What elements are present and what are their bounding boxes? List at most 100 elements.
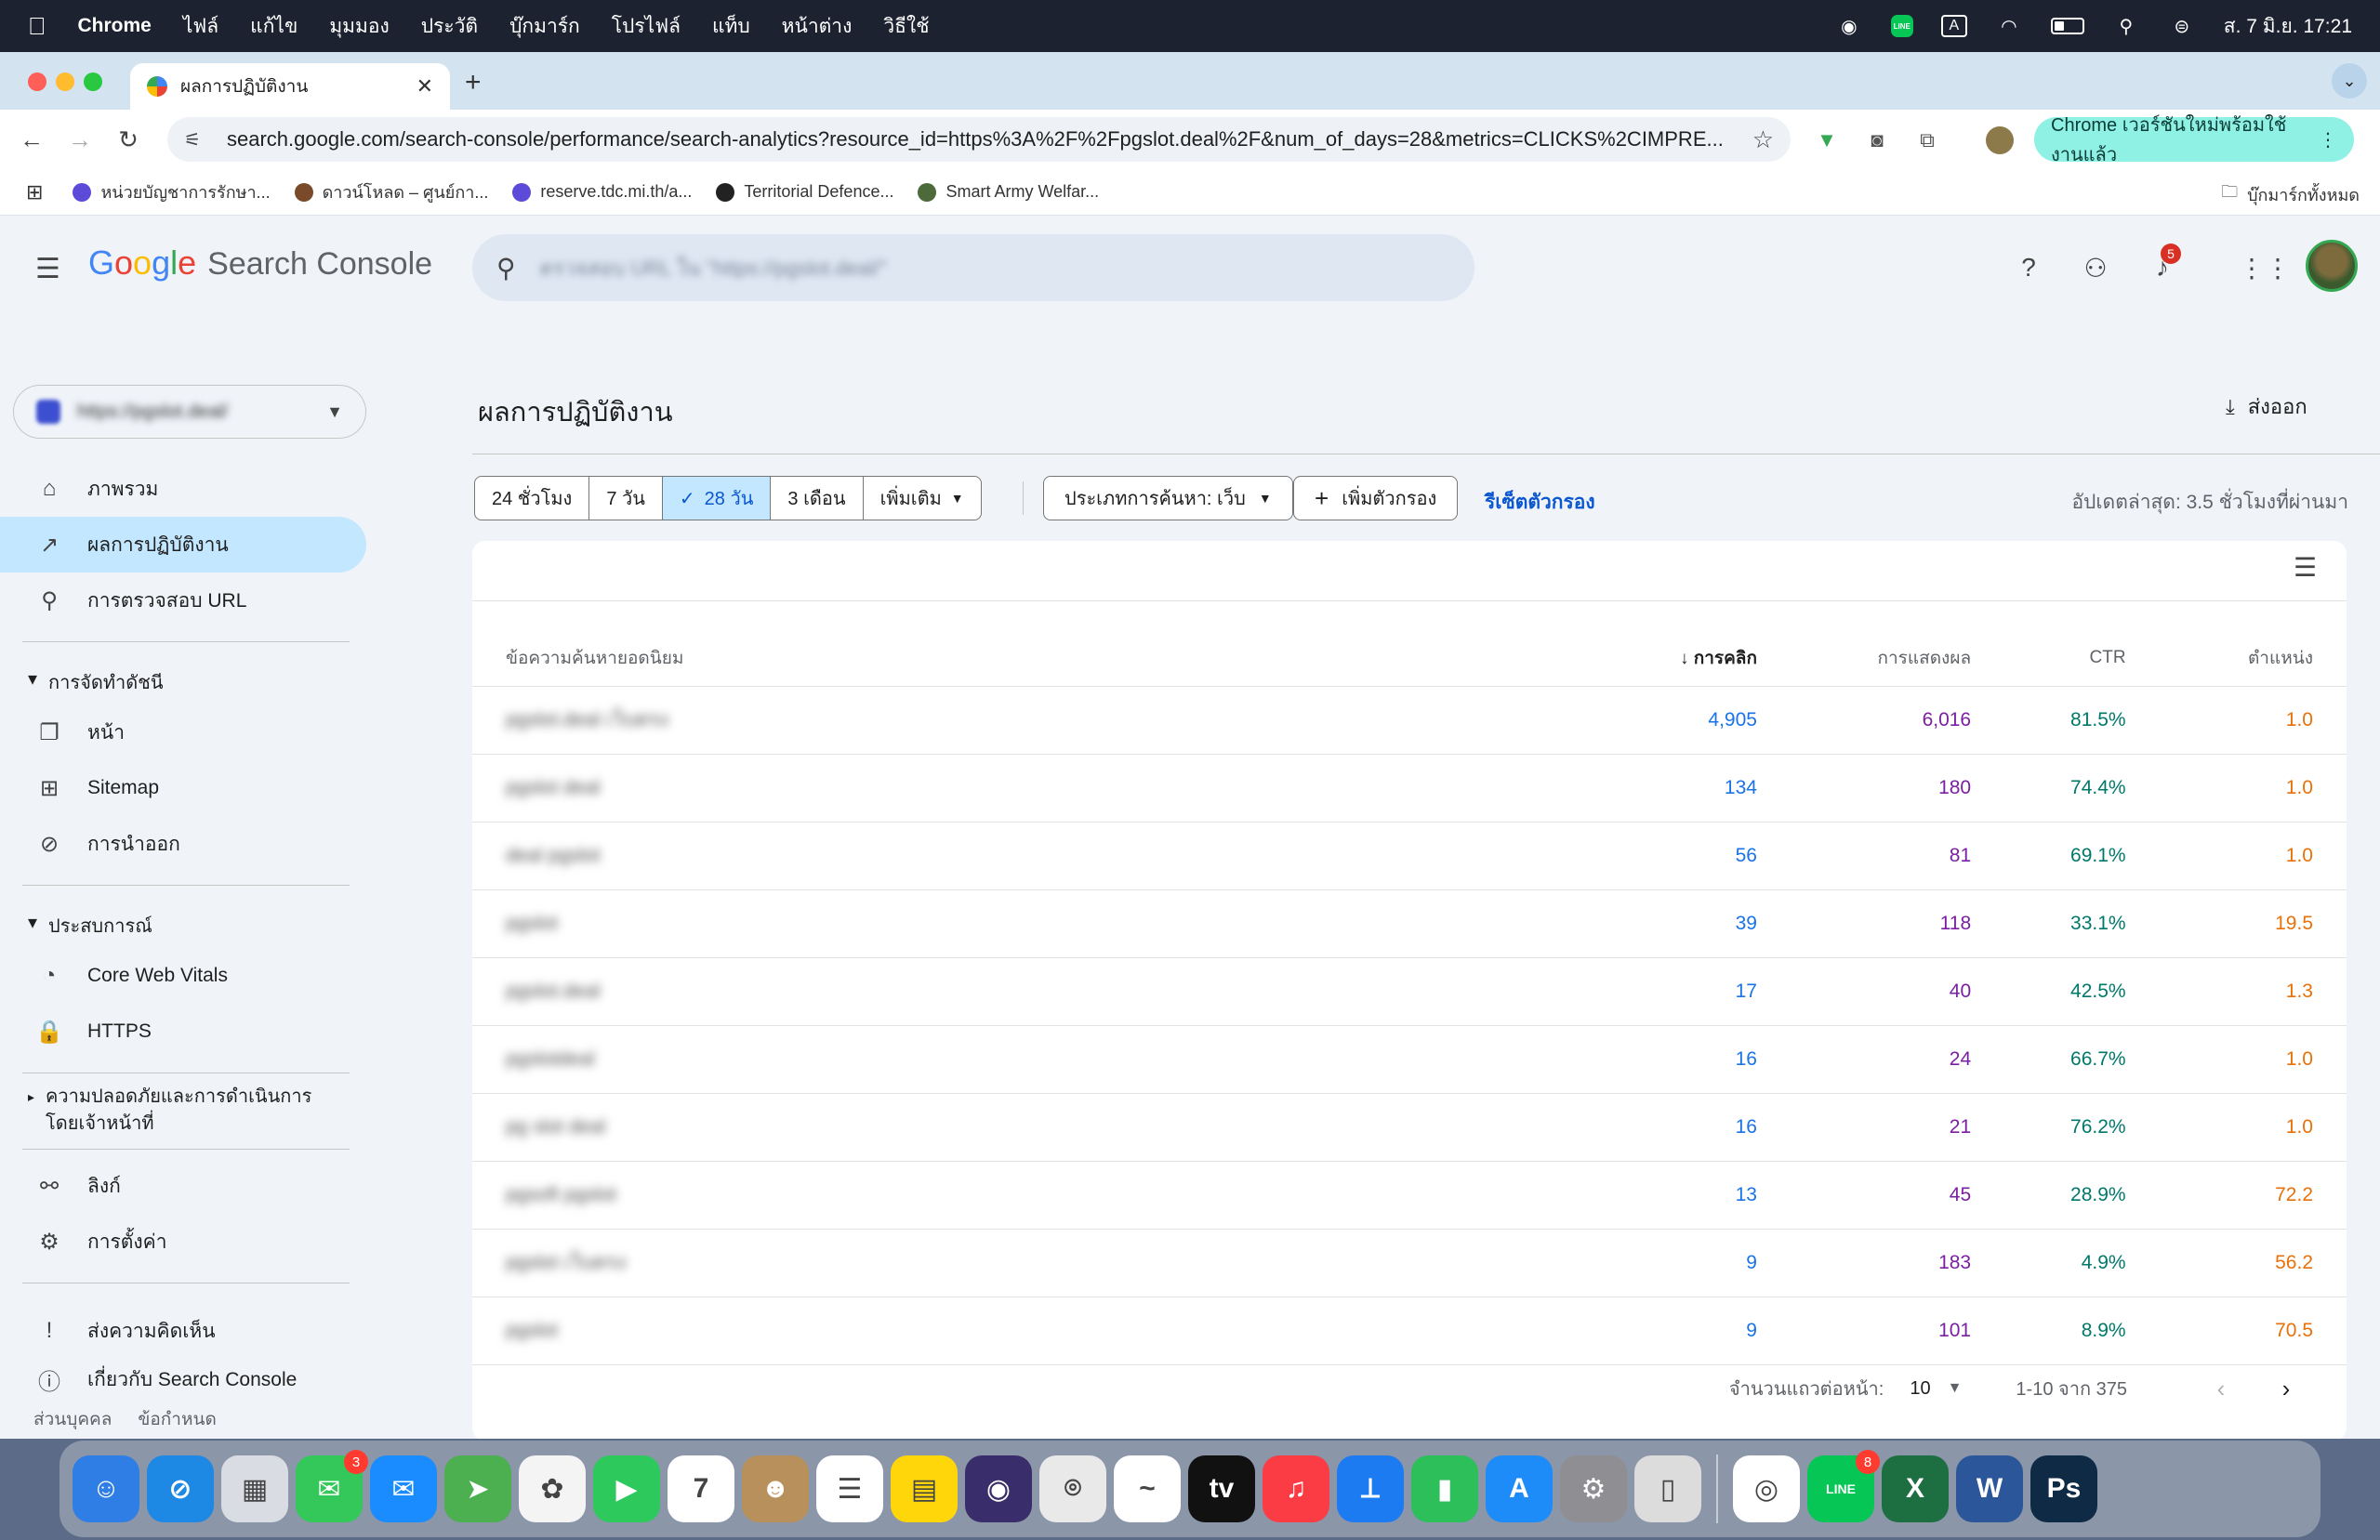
- date-chip-7-days[interactable]: 7 วัน: [589, 477, 663, 520]
- sidebar-item-url-inspection[interactable]: ⚲ การตรวจสอบ URL: [0, 573, 366, 628]
- sidebar-item-about[interactable]: ⓘ เกี่ยวกับ Search Console: [0, 1359, 366, 1400]
- dock-app-excel-icon[interactable]: X: [1882, 1455, 1949, 1522]
- property-selector[interactable]: https://pgslot.deal/ ▼: [13, 385, 366, 439]
- extension-vuetify-icon[interactable]: ▼: [1813, 126, 1841, 154]
- all-bookmarks-button[interactable]: 🗀 บุ๊กมาร์กทั้งหมด: [2221, 180, 2360, 208]
- bookmark-item[interactable]: Territorial Defence...: [716, 182, 893, 202]
- apps-grid-icon[interactable]: ⊞: [26, 180, 43, 204]
- column-header-impressions[interactable]: การแสดงผล: [1790, 630, 2005, 687]
- window-zoom-button[interactable]: [84, 72, 102, 91]
- battery-icon[interactable]: [2050, 18, 2084, 34]
- browser-tab-active[interactable]: ผลการปฏิบัติงาน ✕: [130, 63, 450, 110]
- filter-list-icon[interactable]: ☰: [2294, 552, 2317, 583]
- tab-search-chevron-icon[interactable]: ⌄: [2332, 63, 2367, 99]
- dock-app-numbers-icon[interactable]: ▮: [1411, 1455, 1478, 1522]
- menubar-item-edit[interactable]: แก้ไข: [250, 11, 298, 42]
- dock-app-app-store-icon[interactable]: A: [1486, 1455, 1553, 1522]
- extension-camera-icon[interactable]: ◙: [1863, 126, 1891, 154]
- dock-app-mail-icon[interactable]: ✉: [370, 1455, 437, 1522]
- control-center-icon[interactable]: ⊜: [2168, 15, 2196, 37]
- table-row[interactable]: pgslot 9 101 8.9% 70.5: [472, 1296, 2347, 1365]
- sidebar-item-feedback[interactable]: ! ส่งความคิดเห็น: [0, 1303, 366, 1359]
- dock-app-apple-tv-icon[interactable]: tv: [1188, 1455, 1255, 1522]
- google-apps-icon[interactable]: ⋮⋮: [2239, 251, 2291, 284]
- window-minimize-button[interactable]: [56, 72, 74, 91]
- menubar-clock[interactable]: ส. 7 มิ.ย. 17:21: [2224, 11, 2352, 42]
- back-button[interactable]: ←: [7, 115, 56, 164]
- dock-app-word-icon[interactable]: W: [1956, 1455, 2023, 1522]
- table-row[interactable]: pgslot 39 118 33.1% 19.5: [472, 889, 2347, 958]
- dock-app-iphone-mirroring-icon[interactable]: ▯: [1634, 1455, 1701, 1522]
- next-page-icon[interactable]: ›: [2272, 1375, 2300, 1403]
- sidebar-section-security[interactable]: ▸ ความปลอดภัยและการดำเนินการโดยเจ้าหน้าท…: [28, 1084, 344, 1138]
- dock-app-music-icon[interactable]: ♫: [1263, 1455, 1329, 1522]
- bookmark-item[interactable]: Smart Army Welfar...: [918, 182, 1099, 202]
- table-row[interactable]: pgslot.deal 17 40 42.5% 1.3: [472, 957, 2347, 1026]
- reset-filters-link[interactable]: รีเซ็ตตัวกรอง: [1485, 487, 1595, 518]
- address-bar[interactable]: ⚟ search.google.com/search-console/perfo…: [167, 117, 1791, 162]
- search-placeholder[interactable]: ตรวจสอบ URL ใน "https://pgslot.deal/": [540, 252, 887, 284]
- chrome-update-button[interactable]: Chrome เวอร์ชันใหม่พร้อมใช้งานแล้ว ⋮: [2034, 115, 2354, 165]
- column-header-clicks[interactable]: ↓ การคลิก: [1599, 630, 1791, 687]
- table-row[interactable]: deal pgslot 56 81 69.1% 1.0: [472, 822, 2347, 890]
- main-menu-icon[interactable]: ☰: [35, 253, 60, 285]
- date-chip-more[interactable]: เพิ่มเติม ▼: [864, 477, 981, 520]
- sidebar-item-links[interactable]: ⚯ ลิงก์: [0, 1158, 366, 1214]
- date-chip-24-hours[interactable]: 24 ชั่วโมง: [475, 477, 590, 520]
- sidebar-item-core-web-vitals[interactable]: ◔ Core Web Vitals: [0, 948, 366, 1004]
- privacy-link[interactable]: ส่วนบุคคล: [33, 1405, 112, 1433]
- menubar-item-view[interactable]: มุมมอง: [329, 11, 389, 42]
- menubar-item-profiles[interactable]: โปรไฟล์: [612, 11, 681, 42]
- spotlight-search-icon[interactable]: ⚲: [2112, 15, 2140, 37]
- add-filter-button[interactable]: + เพิ่มตัวกรอง: [1293, 476, 1459, 520]
- date-chip-3-months[interactable]: 3 เดือน: [771, 477, 864, 520]
- dock-app-freeform-icon[interactable]: ~: [1114, 1455, 1181, 1522]
- dock-app-maps-icon[interactable]: ➤: [444, 1455, 511, 1522]
- dock-app-system-settings-icon[interactable]: ⚙: [1560, 1455, 1627, 1522]
- dock-app-calendar-icon[interactable]: 7: [668, 1455, 734, 1522]
- terms-link[interactable]: ข้อกำหนด: [138, 1405, 216, 1433]
- rows-per-page-select[interactable]: 10: [1910, 1378, 1930, 1400]
- menubar-item-history[interactable]: ประวัติ: [421, 11, 478, 42]
- table-row[interactable]: pg slot deal 16 21 76.2% 1.0: [472, 1093, 2347, 1162]
- window-close-button[interactable]: [28, 72, 46, 91]
- column-header-position[interactable]: ตำแหน่ง: [2159, 630, 2347, 687]
- sidebar-section-experience[interactable]: ▾ ประสบการณ์: [28, 911, 152, 941]
- screen-record-icon[interactable]: ◉: [1835, 15, 1863, 37]
- date-chip-28-days[interactable]: ✓ 28 วัน: [662, 477, 772, 520]
- extensions-puzzle-icon[interactable]: ⧉: [1913, 126, 1941, 154]
- input-source-indicator[interactable]: A: [1940, 15, 1967, 37]
- menubar-app-name[interactable]: Chrome: [78, 15, 152, 37]
- forward-button[interactable]: →: [56, 115, 104, 164]
- column-header-query[interactable]: ข้อความค้นหายอดนิยม: [472, 630, 1600, 687]
- menubar-item-window[interactable]: หน้าต่าง: [782, 11, 853, 42]
- menubar-item-help[interactable]: วิธีใช้: [883, 11, 929, 42]
- bookmark-star-icon[interactable]: ☆: [1752, 125, 1774, 154]
- sidebar-section-indexing[interactable]: ▾ การจัดทำดัชนี: [28, 667, 163, 697]
- bookmark-item[interactable]: ดาวน์โหลด – ศูนย์กา...: [294, 178, 488, 205]
- site-info-icon[interactable]: ⚟: [184, 128, 212, 151]
- export-button[interactable]: ⤓ ส่งออก: [2226, 390, 2307, 423]
- line-status-icon[interactable]: LINE: [1890, 15, 1913, 37]
- dock-app-contacts-icon[interactable]: ☻: [742, 1455, 809, 1522]
- profile-avatar-icon[interactable]: [1986, 126, 2014, 154]
- dock-app-finder-icon[interactable]: ☺: [73, 1455, 139, 1522]
- search-console-logo[interactable]: Google Search Console: [88, 244, 432, 283]
- account-avatar[interactable]: [2306, 240, 2358, 292]
- table-row[interactable]: pgslot deal 134 180 74.4% 1.0: [472, 754, 2347, 823]
- dock-app-chrome-icon[interactable]: ◎: [1733, 1455, 1800, 1522]
- sidebar-item-settings[interactable]: ⚙ การตั้งค่า: [0, 1214, 366, 1270]
- wifi-icon[interactable]: ◠: [1995, 15, 2023, 37]
- column-header-ctr[interactable]: CTR: [2004, 630, 2160, 687]
- manage-users-icon[interactable]: ⚇: [2079, 251, 2112, 284]
- sidebar-item-performance[interactable]: ↗ ผลการปฏิบัติงาน: [0, 517, 366, 573]
- tab-close-icon[interactable]: ✕: [416, 74, 433, 99]
- menubar-item-bookmarks[interactable]: บุ๊กมาร์ก: [509, 11, 580, 42]
- dock-app-line-icon[interactable]: LINE 8: [1807, 1450, 1880, 1522]
- inspect-url-search[interactable]: ⚲ ตรวจสอบ URL ใน "https://pgslot.deal/": [472, 234, 1474, 301]
- bookmark-item[interactable]: หน่วยบัญชาการรักษา...: [73, 178, 271, 205]
- reload-button[interactable]: ↻: [104, 115, 152, 164]
- menubar-item-file[interactable]: ไฟล์: [183, 11, 218, 42]
- bookmark-item[interactable]: reserve.tdc.mi.th/a...: [512, 182, 692, 202]
- table-row[interactable]: pgsoft pgslot 13 45 28.9% 72.2: [472, 1161, 2347, 1230]
